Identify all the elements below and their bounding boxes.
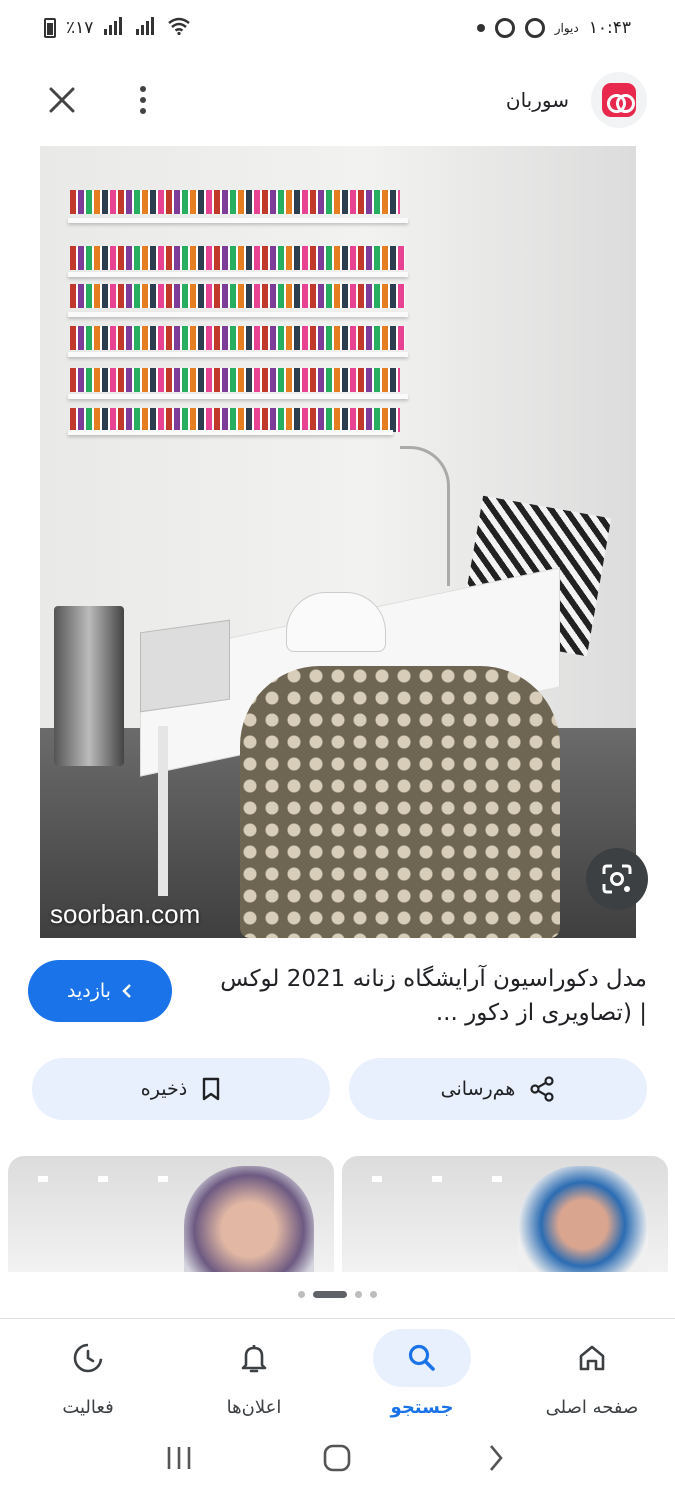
action-row: هم‌رسانی ذخیره: [0, 1058, 675, 1122]
chevron-right-icon: [489, 1445, 503, 1471]
home-system-button[interactable]: [307, 1433, 367, 1483]
status-right: دیوار ۱۰:۴۳: [476, 18, 631, 38]
signal-icon: [103, 16, 125, 40]
wifi-icon: [167, 17, 191, 40]
page-dot-active: [313, 1290, 347, 1298]
more-vert-icon: [140, 86, 146, 92]
nav-notifications[interactable]: اعلان‌ها: [174, 1329, 334, 1425]
google-lens-button[interactable]: [586, 848, 648, 910]
related-images: [0, 1156, 675, 1272]
pagination-dots: [0, 1288, 675, 1300]
battery-icon: [44, 18, 56, 38]
activity-history-icon: [73, 1343, 103, 1373]
site-logo[interactable]: [591, 72, 647, 128]
signal-icon-2: [135, 16, 157, 40]
viewer-header: سوربان: [0, 60, 675, 140]
share-button[interactable]: هم‌رسانی: [349, 1058, 647, 1120]
status-bar: ٪۱۷ دیوار ۱۰:۴۳: [0, 0, 675, 56]
nav-search-label: جستجو: [390, 1397, 454, 1418]
clock: ۱۰:۴۳: [588, 18, 631, 38]
related-image-2[interactable]: [342, 1156, 668, 1272]
home-system-icon: [324, 1444, 351, 1472]
nav-activity-label: فعالیت: [62, 1397, 114, 1418]
related-image-1[interactable]: [8, 1156, 334, 1272]
visit-label: بازدید: [67, 980, 111, 1002]
rings-logo-icon: [602, 83, 636, 117]
nav-notifications-label: اعلان‌ها: [226, 1397, 282, 1418]
image-watermark: soorban.com: [50, 899, 201, 929]
share-label: هم‌رسانی: [440, 1078, 516, 1100]
more-options-button[interactable]: [128, 78, 158, 122]
nav-home-label: صفحه اصلی: [545, 1397, 639, 1418]
sync-icon-2: [524, 18, 545, 38]
page-dot: [355, 1290, 362, 1298]
header-right[interactable]: سوربان: [506, 72, 647, 128]
notification-dot-icon: [476, 24, 485, 32]
status-left: ٪۱۷: [44, 16, 191, 40]
battery-percent: ٪۱۷: [66, 18, 94, 38]
share-icon: [530, 1076, 554, 1102]
bookmark-icon: [202, 1077, 220, 1101]
visit-button[interactable]: بازدید: [28, 960, 172, 1022]
chevron-left-icon: [122, 984, 131, 998]
google-lens-icon: [602, 864, 632, 894]
page-dot: [370, 1290, 377, 1298]
bell-icon: [241, 1345, 267, 1373]
home-icon: [579, 1345, 605, 1371]
recents-icon: [167, 1447, 191, 1469]
site-name[interactable]: سوربان: [506, 88, 569, 112]
close-icon: [49, 87, 75, 113]
nav-activity[interactable]: فعالیت: [8, 1329, 168, 1425]
operator-label: دیوار: [554, 21, 579, 35]
back-button[interactable]: [466, 1433, 526, 1483]
nav-search[interactable]: جستجو: [342, 1329, 502, 1425]
main-image[interactable]: soorban.com: [40, 146, 636, 938]
header-left: [40, 78, 158, 122]
recents-button[interactable]: [149, 1433, 209, 1483]
sync-icon: [494, 18, 515, 38]
nav-home[interactable]: صفحه اصلی: [512, 1329, 672, 1425]
page-dot: [298, 1290, 305, 1298]
search-icon: [408, 1344, 435, 1371]
save-label: ذخیره: [140, 1078, 188, 1100]
result-info: مدل دکوراسیون آرایشگاه زنانه 2021 لوکس |…: [0, 950, 675, 1050]
bottom-navigation: صفحه اصلی جستجو اعلان‌ها فعالیت: [0, 1318, 675, 1426]
save-button[interactable]: ذخیره: [32, 1058, 330, 1120]
system-navigation: [0, 1428, 675, 1488]
result-title[interactable]: مدل دکوراسیون آرایشگاه زنانه 2021 لوکس |…: [207, 962, 647, 1030]
close-button[interactable]: [40, 78, 84, 122]
